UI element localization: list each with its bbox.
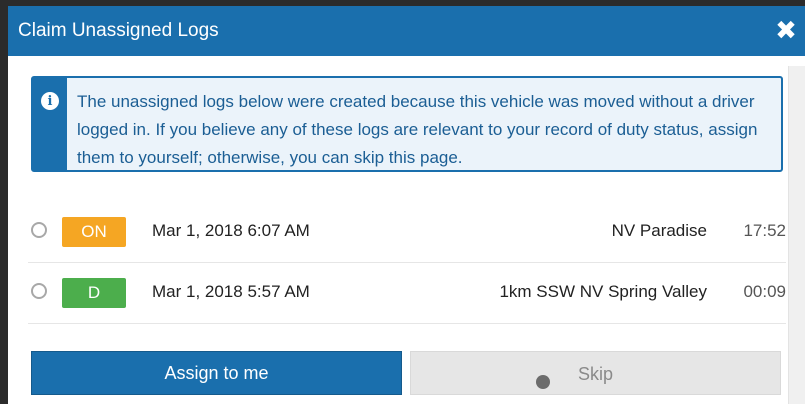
dialog-title: Claim Unassigned Logs — [18, 20, 219, 41]
log-row[interactable]: ON Mar 1, 2018 6:07 AM NV Paradise 17:52 — [28, 202, 786, 263]
status-badge: D — [62, 278, 126, 308]
info-icon: i — [41, 92, 59, 110]
claim-logs-dialog: Claim Unassigned Logs ✖ i The unassigned… — [8, 6, 805, 404]
status-badge: ON — [62, 217, 126, 247]
info-alert: i The unassigned logs below were created… — [31, 76, 783, 172]
log-select-radio[interactable] — [31, 283, 47, 299]
skip-button[interactable]: Skip — [410, 351, 781, 395]
log-datetime: Mar 1, 2018 5:57 AM — [152, 282, 310, 301]
log-row[interactable]: D Mar 1, 2018 5:57 AM 1km SSW NV Spring … — [28, 263, 786, 324]
log-datetime: Mar 1, 2018 6:07 AM — [152, 221, 310, 240]
scrollbar[interactable] — [788, 66, 805, 404]
log-select-radio[interactable] — [31, 222, 47, 238]
log-location: 1km SSW NV Spring Valley — [499, 282, 707, 301]
dialog-titlebar: Claim Unassigned Logs ✖ — [8, 6, 805, 56]
assign-to-me-button[interactable]: Assign to me — [31, 351, 402, 395]
info-message: The unassigned logs below were created b… — [77, 92, 758, 167]
mouse-cursor — [536, 375, 550, 389]
log-duration: 17:52 — [743, 221, 786, 240]
close-icon[interactable]: ✖ — [773, 15, 799, 45]
log-duration: 00:09 — [743, 282, 786, 301]
info-alert-side: i — [33, 78, 67, 170]
skip-button-label: Skip — [578, 364, 614, 384]
log-location: NV Paradise — [611, 221, 707, 240]
